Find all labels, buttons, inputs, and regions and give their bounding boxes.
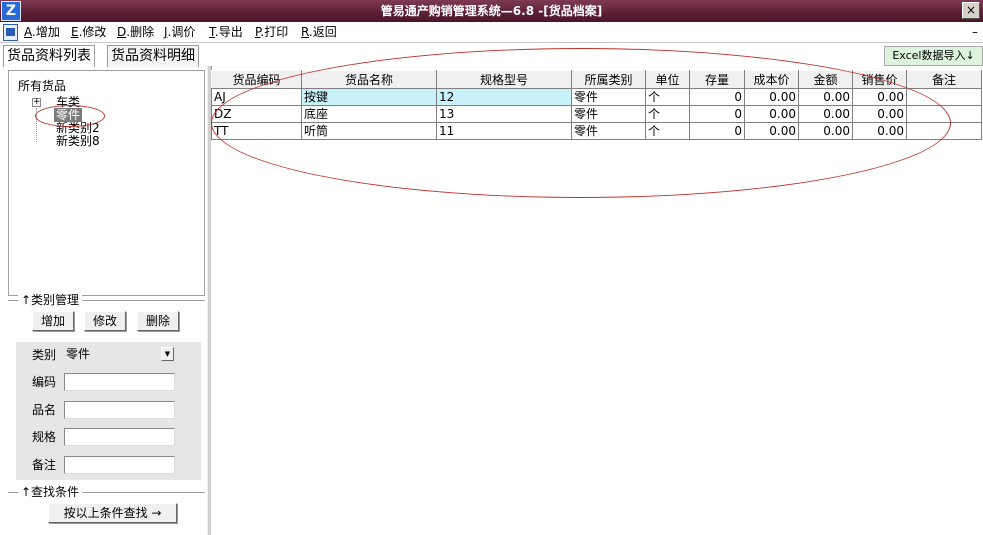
cell-category[interactable]: 零件 (571, 105, 646, 123)
menu-delete[interactable]: D.删除 (117, 22, 154, 42)
cell-cost[interactable]: 0.00 (744, 105, 799, 123)
header-unit[interactable]: 单位 (645, 70, 690, 89)
cell-cost[interactable]: 0.00 (744, 122, 799, 140)
cell-unit[interactable]: 个 (645, 105, 690, 123)
cell-spec[interactable]: 11 (436, 122, 572, 140)
window-title: 管易通产购销管理系统—6.8 -[货品档案] (380, 4, 603, 18)
header-stock[interactable]: 存量 (689, 70, 745, 89)
header-amount[interactable]: 金额 (798, 70, 853, 89)
menu-add[interactable]: A.增加 (24, 22, 60, 42)
cell-note[interactable] (906, 122, 982, 140)
menu-print[interactable]: P.打印 (255, 22, 288, 42)
note-label: 备注 (32, 458, 57, 472)
spec-label: 规格 (32, 430, 57, 444)
cell-unit[interactable]: 个 (645, 122, 690, 140)
category-tree: 所有货品 + 车类 零件 新类别2 新类别8 (8, 70, 205, 296)
category-select[interactable]: 零件 ▼ (64, 346, 174, 364)
category-management: ↑类别管理 增加 修改 删除 (8, 293, 205, 336)
cell-amount[interactable]: 0.00 (798, 105, 853, 123)
cell-cost[interactable]: 0.00 (744, 88, 799, 106)
title-bar: Z 管易通产购销管理系统—6.8 -[货品档案] × (0, 0, 983, 22)
table-row[interactable]: DZ 底座 13 零件 个 0 0.00 0.00 0.00 (211, 105, 982, 123)
cell-stock[interactable]: 0 (689, 88, 745, 106)
category-label: 类别 (32, 348, 57, 362)
code-label: 编码 (32, 375, 57, 389)
category-add-button[interactable]: 增加 (32, 311, 74, 331)
cell-amount[interactable]: 0.00 (798, 88, 853, 106)
dropdown-arrow-icon[interactable]: ▼ (161, 347, 174, 361)
menu-export[interactable]: T.导出 (209, 22, 243, 42)
cell-name[interactable]: 底座 (301, 105, 437, 123)
menu-return[interactable]: R.返回 (301, 22, 337, 42)
header-goods-code[interactable]: 货品编码 (211, 70, 302, 89)
cell-sale[interactable]: 0.00 (852, 105, 907, 123)
search-button[interactable]: 按以上条件查找 → (48, 503, 177, 523)
tab-goods-list[interactable]: 货品资料列表 (3, 45, 95, 67)
category-management-legend[interactable]: ↑类别管理 (18, 293, 83, 307)
cell-name[interactable]: 按键 (301, 88, 437, 106)
cell-note[interactable] (906, 105, 982, 123)
excel-import-button[interactable]: Excel数据导入↓ (884, 46, 983, 66)
tree-connector (36, 108, 37, 142)
cell-spec[interactable]: 12 (436, 88, 572, 106)
cell-stock[interactable]: 0 (689, 122, 745, 140)
table-row[interactable]: AJ 按键 12 零件 个 0 0.00 0.00 0.00 (211, 88, 982, 106)
cell-unit[interactable]: 个 (645, 88, 690, 106)
header-spec-model[interactable]: 规格型号 (436, 70, 572, 89)
tab-goods-detail[interactable]: 货品资料明细 (107, 45, 199, 67)
note-input[interactable] (64, 456, 175, 474)
cell-amount[interactable]: 0.00 (798, 122, 853, 140)
header-category[interactable]: 所属类别 (571, 70, 646, 89)
cell-sale[interactable]: 0.00 (852, 88, 907, 106)
cell-name[interactable]: 听筒 (301, 122, 437, 140)
cell-stock[interactable]: 0 (689, 105, 745, 123)
cell-category[interactable]: 零件 (571, 122, 646, 140)
close-button[interactable]: × (962, 2, 980, 19)
cell-sale[interactable]: 0.00 (852, 122, 907, 140)
cell-spec[interactable]: 13 (436, 105, 572, 123)
filter-panel: 类别 零件 ▼ 编码 品名 规格 备注 (16, 342, 201, 480)
minimize-button[interactable]: – (972, 25, 978, 39)
cell-note[interactable] (906, 88, 982, 106)
header-note[interactable]: 备注 (906, 70, 982, 89)
goods-table: 货品编码 货品名称 规格型号 所属类别 单位 存量 成本价 金额 销售价 备注 … (211, 70, 982, 140)
header-cost-price[interactable]: 成本价 (744, 70, 799, 89)
category-delete-button[interactable]: 删除 (137, 311, 179, 331)
search-conditions: ↑查找条件 按以上条件查找 → (8, 485, 205, 526)
menu-price-adjust[interactable]: J.调价 (164, 22, 195, 42)
search-conditions-legend[interactable]: ↑查找条件 (18, 485, 83, 499)
code-input[interactable] (64, 373, 175, 391)
goods-grid: 货品编码 货品名称 规格型号 所属类别 单位 存量 成本价 金额 销售价 备注 … (211, 48, 983, 535)
tree-node-new-category-8[interactable]: 新类别8 (56, 135, 100, 148)
header-sale-price[interactable]: 销售价 (852, 70, 907, 89)
header-goods-name[interactable]: 货品名称 (301, 70, 437, 89)
menu-edit[interactable]: E.修改 (71, 22, 106, 42)
spec-input[interactable] (64, 428, 175, 446)
document-icon (3, 24, 18, 41)
cell-code[interactable]: AJ (211, 88, 302, 106)
table-row[interactable]: TT 听筒 11 零件 个 0 0.00 0.00 0.00 (211, 122, 982, 140)
name-input[interactable] (64, 401, 175, 419)
name-label: 品名 (32, 403, 57, 417)
cell-category[interactable]: 零件 (571, 88, 646, 106)
cell-code[interactable]: DZ (211, 105, 302, 123)
cell-code[interactable]: TT (211, 122, 302, 140)
category-edit-button[interactable]: 修改 (84, 311, 126, 331)
tree-root[interactable]: 所有货品 (18, 80, 66, 93)
menu-bar: A.增加 E.修改 D.删除 J.调价 T.导出 P.打印 R.返回 – (0, 22, 983, 43)
table-header-row: 货品编码 货品名称 规格型号 所属类别 单位 存量 成本价 金额 销售价 备注 (211, 70, 982, 89)
expand-icon[interactable]: + (32, 98, 41, 107)
